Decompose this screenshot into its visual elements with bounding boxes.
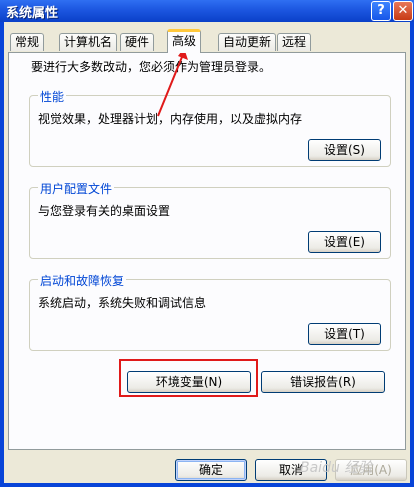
performance-settings-button[interactable]: 设置(S) [308,139,381,161]
user-profiles-description: 与您登录有关的桌面设置 [38,204,171,218]
tab-computer-name[interactable]: 计算机名 [59,33,118,51]
dialog-client-area: 常规 计算机名 硬件 高级 自动更新 远程 要进行大多数改动，您必须作为管理员登… [4,22,410,483]
annotation-highlight-box [119,359,258,397]
tab-automatic-updates[interactable]: 自动更新 [218,33,277,51]
title-bar[interactable]: 系统属性 ? ✕ [0,0,414,22]
tab-hardware[interactable]: 硬件 [120,33,155,51]
startup-recovery-description: 系统启动，系统失败和调试信息 [38,296,207,310]
annotation-arrow-icon [157,48,188,117]
performance-group-title: 性能 [38,88,67,105]
user-profiles-group: 用户配置文件 与您登录有关的桌面设置 设置(E) [29,180,391,259]
user-profiles-settings-button[interactable]: 设置(E) [308,231,381,253]
tab-remote[interactable]: 远程 [277,33,312,51]
error-reporting-button[interactable]: 错误报告(R) [261,371,385,393]
window-title: 系统属性 [6,6,59,21]
startup-recovery-settings-button[interactable]: 设置(T) [308,323,381,345]
system-properties-window: 系统属性 ? ✕ 常规 计算机名 硬件 高级 自动更新 远程 要进行大多数改动，… [0,0,414,487]
tab-advanced[interactable]: 高级 [167,29,202,53]
ok-button[interactable]: 确定 [175,459,247,481]
user-profiles-group-title: 用户配置文件 [38,180,115,197]
performance-group: 性能 视觉效果，处理器计划，内存使用，以及虚拟内存 设置(S) [29,88,391,167]
startup-recovery-group-title: 启动和故障恢复 [38,272,127,289]
help-button[interactable]: ? [371,1,391,21]
close-button[interactable]: ✕ [393,1,413,21]
watermark: Baidu 经验 [300,460,373,476]
tab-general[interactable]: 常规 [10,33,45,51]
startup-recovery-group: 启动和故障恢复 系统启动，系统失败和调试信息 设置(T) [29,272,391,351]
